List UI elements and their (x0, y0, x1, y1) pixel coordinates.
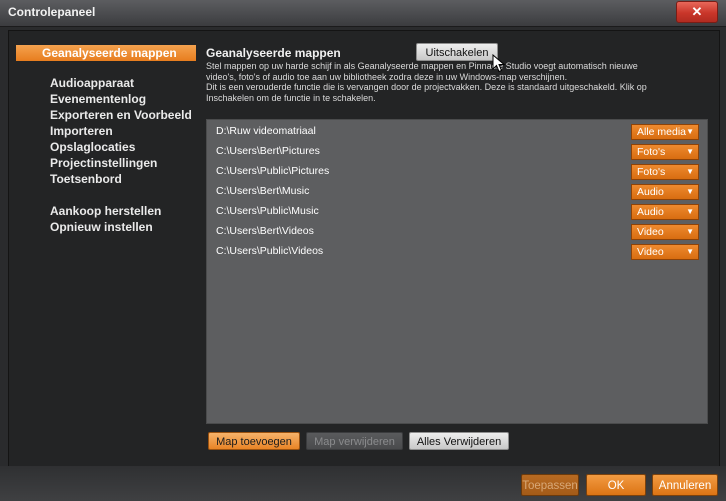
folder-row[interactable]: C:\Users\Public\Music Audio ▼ (207, 204, 707, 220)
media-type-select[interactable]: Audio ▼ (631, 184, 699, 200)
folder-path: C:\Users\Bert\Pictures (216, 145, 320, 157)
folder-row[interactable]: C:\Users\Bert\Pictures Foto's ▼ (207, 144, 707, 160)
mouse-cursor-icon (492, 54, 506, 73)
footer-bar: Toepassen OK Annuleren (0, 466, 726, 501)
media-type-value: Foto's (637, 166, 666, 178)
page-title: Geanalyseerde mappen (206, 46, 341, 60)
ok-button[interactable]: OK (586, 474, 646, 496)
media-type-value: Audio (637, 206, 664, 218)
media-type-select[interactable]: Alle media ▼ (631, 124, 699, 140)
chevron-down-icon: ▼ (686, 207, 694, 216)
sidebar-item-evenementenlog[interactable]: Evenementenlog (16, 91, 196, 107)
folder-row[interactable]: C:\Users\Public\Pictures Foto's ▼ (207, 164, 707, 180)
description-line: Stel mappen op uw harde schijf in als Ge… (206, 61, 638, 71)
description-line: Inschakelen om de functie in te schakele… (206, 92, 376, 103)
folder-path: C:\Users\Public\Pictures (216, 165, 330, 177)
title-bar[interactable]: Controlepaneel ✕ (0, 0, 726, 27)
media-type-select[interactable]: Foto's ▼ (631, 144, 699, 160)
folder-path: C:\Users\Public\Music (216, 205, 319, 217)
main-panel: Geanalyseerde mappen Uitschakelen Stel m… (200, 30, 718, 466)
close-button[interactable]: ✕ (676, 1, 718, 23)
media-type-value: Foto's (637, 146, 666, 158)
window-title: Controlepaneel (8, 5, 96, 19)
chevron-down-icon: ▼ (686, 247, 694, 256)
media-type-select[interactable]: Audio ▼ (631, 204, 699, 220)
close-icon: ✕ (691, 4, 703, 19)
remove-all-button[interactable]: Alles Verwijderen (409, 432, 509, 450)
media-type-value: Video (637, 226, 664, 238)
folder-row[interactable]: C:\Users\Bert\Videos Video ▼ (207, 224, 707, 240)
disable-button[interactable]: Uitschakelen (416, 43, 498, 61)
chevron-down-icon: ▼ (686, 167, 694, 176)
chevron-down-icon: ▼ (686, 187, 694, 196)
control-panel-window: Controlepaneel ✕ Geanalyseerde mappen Au… (0, 0, 726, 501)
media-type-value: Video (637, 246, 664, 258)
sidebar-item-audioapparaat[interactable]: Audioapparaat (16, 75, 196, 91)
sidebar-item-geanalyseerde-mappen[interactable]: Geanalyseerde mappen (16, 45, 196, 61)
description-line: video's, foto's of audio toe aan uw bibl… (206, 71, 568, 82)
folder-path: C:\Users\Public\Videos (216, 245, 324, 257)
folder-row[interactable]: C:\Users\Bert\Music Audio ▼ (207, 184, 707, 200)
sidebar-item-importeren[interactable]: Importeren (16, 123, 196, 139)
description-text: Stel mappen op uw harde schijf in als Ge… (206, 61, 711, 103)
remove-folder-button[interactable]: Map verwijderen (306, 432, 403, 450)
apply-button[interactable]: Toepassen (521, 474, 579, 496)
folder-row[interactable]: C:\Users\Public\Videos Video ▼ (207, 244, 707, 260)
folder-row[interactable]: D:\Ruw videomatriaal Alle media ▼ (207, 124, 707, 140)
folder-path: C:\Users\Bert\Music (216, 185, 310, 197)
folder-path: D:\Ruw videomatriaal (216, 125, 316, 137)
cancel-button[interactable]: Annuleren (652, 474, 718, 496)
sidebar-item-opnieuw-instellen[interactable]: Opnieuw instellen (16, 219, 196, 235)
sidebar: Geanalyseerde mappen Audioapparaat Evene… (8, 30, 196, 466)
sidebar-item-toetsenbord[interactable]: Toetsenbord (16, 171, 196, 187)
sidebar-item-opslaglocaties[interactable]: Opslaglocaties (16, 139, 196, 155)
chevron-down-icon: ▼ (686, 227, 694, 236)
media-type-value: Audio (637, 186, 664, 198)
folder-path: C:\Users\Bert\Videos (216, 225, 314, 237)
media-type-select[interactable]: Video ▼ (631, 224, 699, 240)
folder-list[interactable]: D:\Ruw videomatriaal Alle media ▼ C:\Use… (206, 119, 708, 424)
sidebar-item-aankoop-herstellen[interactable]: Aankoop herstellen (16, 203, 196, 219)
sidebar-item-exporteren[interactable]: Exporteren en Voorbeeld (16, 107, 196, 123)
add-folder-button[interactable]: Map toevoegen (208, 432, 300, 450)
media-type-value: Alle media (637, 126, 687, 138)
description-line: Dit is een verouderde functie die is ver… (206, 82, 647, 93)
media-type-select[interactable]: Video ▼ (631, 244, 699, 260)
sidebar-item-projectinstellingen[interactable]: Projectinstellingen (16, 155, 196, 171)
media-type-select[interactable]: Foto's ▼ (631, 164, 699, 180)
chevron-down-icon: ▼ (686, 147, 694, 156)
chevron-down-icon: ▼ (686, 127, 694, 136)
